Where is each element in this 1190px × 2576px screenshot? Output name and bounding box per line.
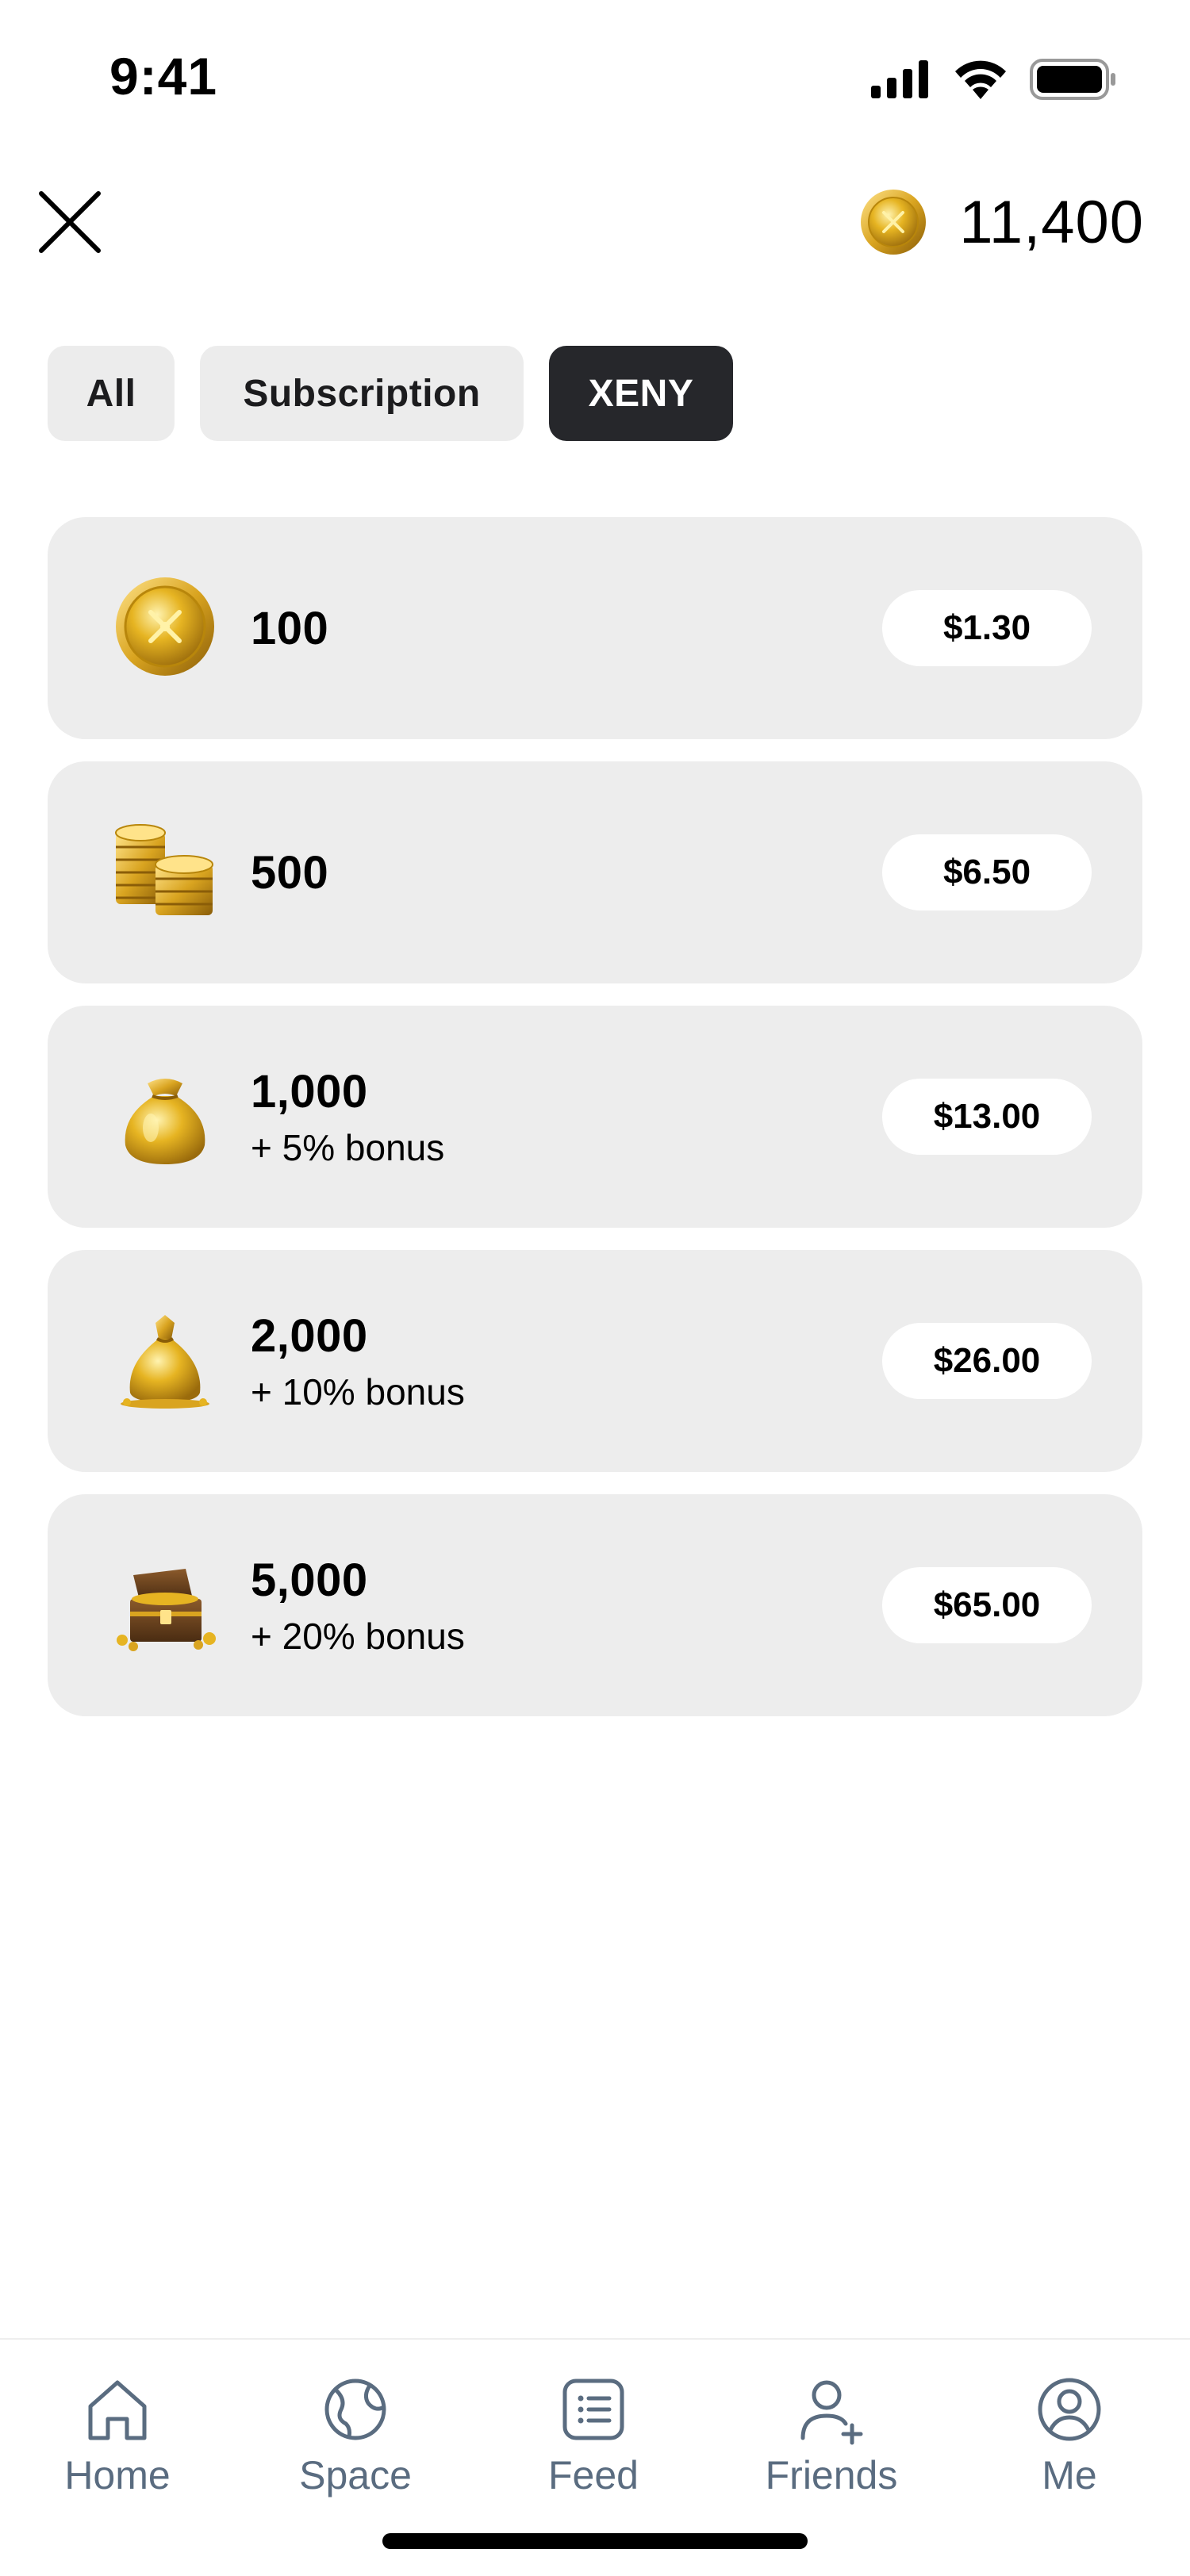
gold-sack-icon [121, 1315, 209, 1409]
package-amount: 1,000 [251, 1065, 368, 1117]
coin-stacks-icon [115, 824, 213, 915]
package-amount: 100 [251, 602, 329, 654]
package-item[interactable]: 2,000 + 10% bonus $26.00 [48, 1250, 1142, 1472]
feed-list-icon [562, 2379, 624, 2440]
price-button[interactable]: $1.30 [882, 590, 1092, 666]
price-button[interactable]: $65.00 [882, 1567, 1092, 1643]
close-icon [39, 191, 101, 253]
status-icons [871, 59, 1117, 100]
home-indicator [382, 2533, 808, 2549]
add-friend-icon [800, 2380, 863, 2445]
tab-xeny[interactable]: XENY [549, 346, 733, 441]
package-item[interactable]: 100 $1.30 [48, 517, 1142, 739]
wifi-icon [955, 60, 1006, 99]
package-item[interactable]: 1,000 + 5% bonus $13.00 [48, 1006, 1142, 1228]
gold-pouch-icon [125, 1079, 205, 1164]
home-icon [88, 2380, 147, 2440]
treasure-chest-icon [117, 1569, 216, 1651]
nav-me[interactable]: Me [982, 2371, 1157, 2498]
nav-label: Me [1042, 2453, 1097, 2497]
package-bonus: + 5% bonus [251, 1126, 445, 1168]
nav-label: Friends [765, 2453, 898, 2497]
package-amount: 2,000 [251, 1309, 368, 1362]
nav-label: Feed [548, 2453, 639, 2497]
battery-icon [1030, 59, 1115, 100]
status-bar: 9:41 [0, 0, 1190, 159]
coin-balance: 11,400 [859, 182, 1144, 262]
package-item[interactable]: 5,000 + 20% bonus $65.00 [48, 1494, 1142, 1716]
close-button[interactable] [36, 189, 103, 255]
nav-feed[interactable]: Feed [506, 2371, 681, 2498]
nav-friends[interactable]: Friends [744, 2371, 919, 2498]
category-tabs: All Subscription XENY [48, 346, 733, 441]
tab-subscription[interactable]: Subscription [200, 346, 524, 441]
price-button[interactable]: $6.50 [882, 834, 1092, 910]
package-amount: 5,000 [251, 1554, 368, 1606]
single-coin-icon [116, 577, 214, 676]
balance-value: 11,400 [959, 188, 1144, 256]
tab-all[interactable]: All [48, 346, 175, 441]
nav-label: Home [64, 2453, 171, 2497]
price-button[interactable]: $13.00 [882, 1079, 1092, 1155]
package-list: 100 $1.30 500 $6.50 1,000 + 5% bonus $13… [48, 517, 1142, 1738]
gold-coin-icon [861, 190, 927, 255]
package-amount: 500 [251, 846, 329, 899]
price-button[interactable]: $26.00 [882, 1323, 1092, 1399]
globe-icon [324, 2379, 386, 2440]
package-item[interactable]: 500 $6.50 [48, 761, 1142, 983]
nav-home[interactable]: Home [30, 2371, 205, 2498]
nav-label: Space [299, 2453, 412, 2497]
profile-icon [1038, 2378, 1101, 2441]
cellular-signal-icon [871, 60, 928, 98]
package-bonus: + 10% bonus [251, 1370, 465, 1413]
nav-space[interactable]: Space [268, 2371, 443, 2498]
package-bonus: + 20% bonus [251, 1615, 465, 1657]
status-time: 9:41 [109, 47, 218, 105]
